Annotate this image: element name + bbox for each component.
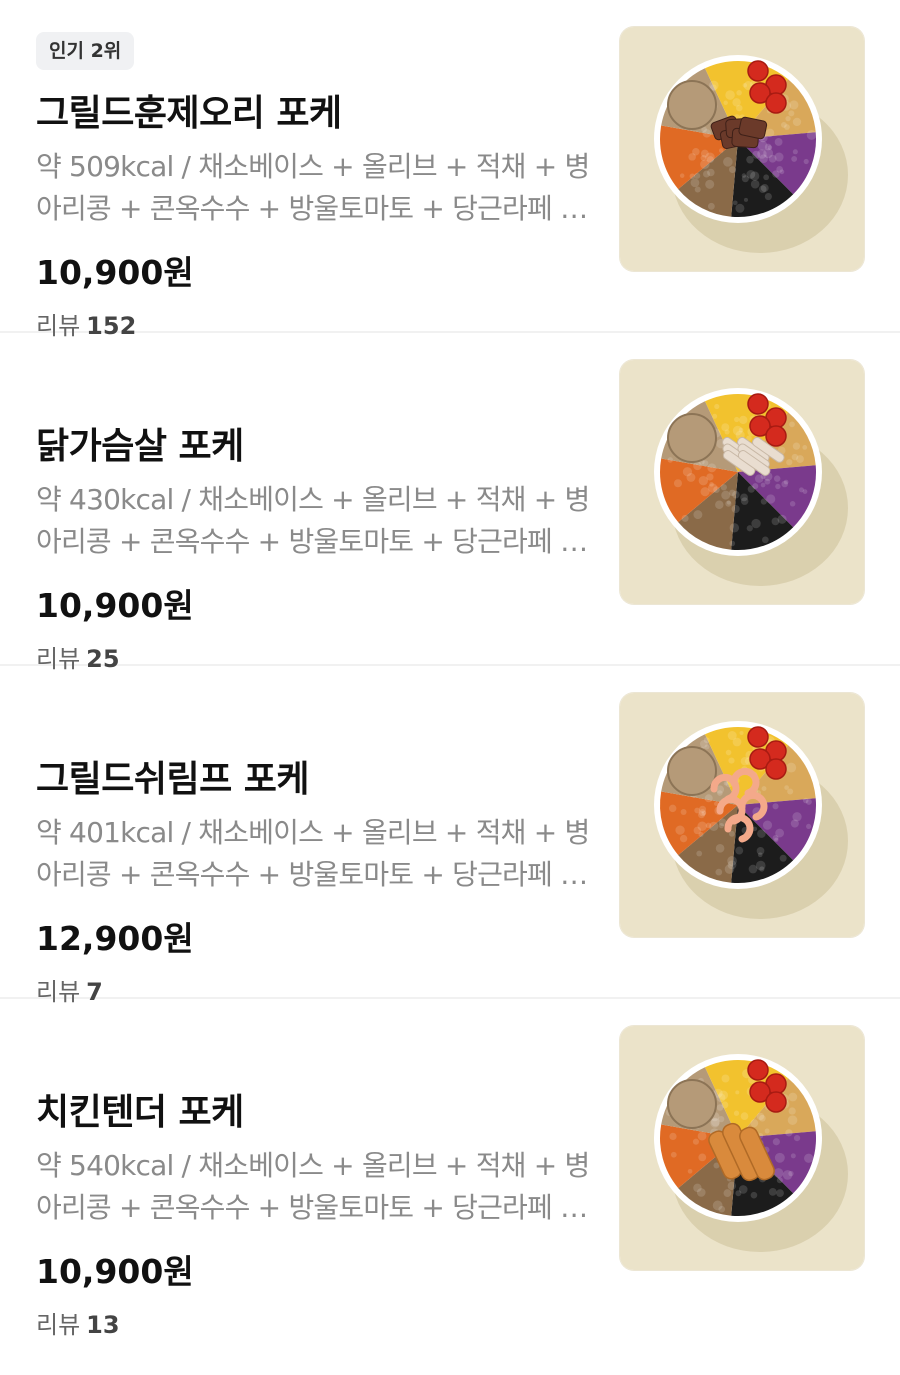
menu-item-price: 10,900원 [36, 586, 194, 625]
poke-bowl-image [620, 360, 864, 604]
menu-item-name: 그릴드훈제오리 포케 [36, 93, 342, 134]
menu-item-chicken-tender-poke[interactable]: 치킨텐더 포케 약 540kcal / 채소베이스 + 올리브 + 적채 + 병… [0, 999, 900, 1339]
menu-item-chicken-breast-poke[interactable]: 닭가슴살 포케 약 430kcal / 채소베이스 + 올리브 + 적채 + 병… [0, 333, 900, 673]
menu-item-description: 약 540kcal / 채소베이스 + 올리브 + 적채 + 병아리콩 + 콘옥… [36, 1149, 590, 1224]
menu-item-photo[interactable] [620, 27, 864, 271]
menu-item-price: 10,900원 [36, 253, 194, 292]
menu-item-price: 10,900원 [36, 1252, 194, 1291]
menu-item-description: 약 401kcal / 채소베이스 + 올리브 + 적채 + 병아리콩 + 콘옥… [36, 816, 590, 891]
menu-item-name: 그릴드쉬림프 포케 [36, 759, 310, 800]
menu-item-photo[interactable] [620, 693, 864, 937]
review-number: 13 [86, 1311, 120, 1339]
menu-item-description: 약 430kcal / 채소베이스 + 올리브 + 적채 + 병아리콩 + 콘옥… [36, 483, 590, 558]
poke-bowl-image [620, 27, 864, 271]
poke-bowl-image [620, 1026, 864, 1270]
menu-item-grilled-shrimp-poke[interactable]: 그릴드쉬림프 포케 약 401kcal / 채소베이스 + 올리브 + 적채 +… [0, 666, 900, 1006]
menu-list: 인기 2위 그릴드훈제오리 포케 약 509kcal / 채소베이스 + 올리브… [0, 0, 900, 1339]
menu-item-name: 닭가슴살 포케 [36, 426, 244, 467]
menu-item-grilled-smoked-duck-poke[interactable]: 인기 2위 그릴드훈제오리 포케 약 509kcal / 채소베이스 + 올리브… [0, 0, 900, 340]
poke-bowl-image [620, 693, 864, 937]
menu-item-photo[interactable] [620, 1026, 864, 1270]
menu-item-description: 약 509kcal / 채소베이스 + 올리브 + 적채 + 병아리콩 + 콘옥… [36, 150, 590, 225]
popularity-badge: 인기 2위 [36, 32, 135, 70]
review-count: 리뷰 13 [36, 1305, 120, 1340]
review-label: 리뷰 [36, 1311, 81, 1339]
menu-item-name: 치킨텐더 포케 [36, 1092, 244, 1133]
menu-item-photo[interactable] [620, 360, 864, 604]
menu-item-price: 12,900원 [36, 919, 194, 958]
